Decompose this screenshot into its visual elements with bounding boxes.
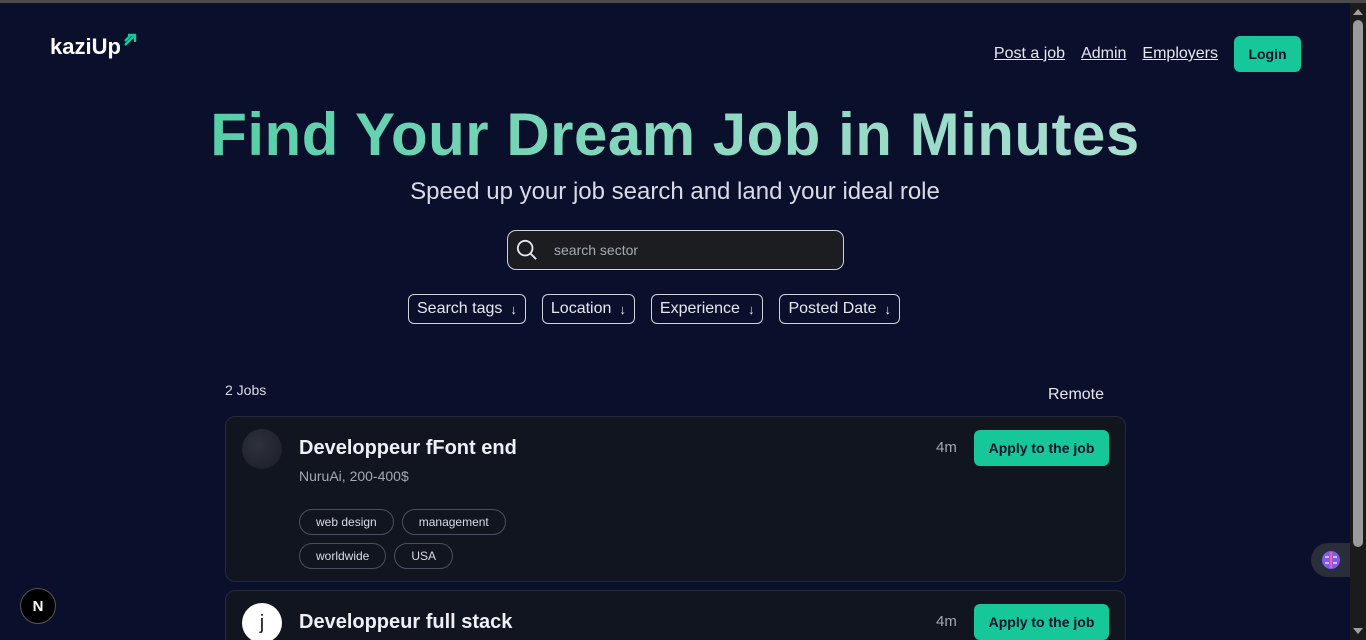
arrow-down-icon: ↓: [619, 301, 626, 317]
nav-employers[interactable]: Employers: [1142, 45, 1218, 63]
hero-subtitle: Speed up your job search and land your i…: [410, 178, 940, 205]
scroll-up-icon[interactable]: [1353, 9, 1363, 15]
tag[interactable]: worldwide: [299, 543, 387, 569]
job-tags: web design management worldwide USA: [299, 509, 559, 569]
company-avatar: [242, 429, 282, 469]
job-count: 2 Jobs: [225, 382, 267, 398]
scrollbar[interactable]: [1350, 3, 1366, 640]
filter-posted-date[interactable]: Posted Date ↓: [779, 294, 900, 324]
filter-bar: Search tags ↓ Location ↓ Experience ↓ Po…: [408, 294, 900, 324]
arrow-down-icon: ↓: [884, 301, 892, 317]
logo[interactable]: kaziUp: [50, 33, 138, 60]
search-bar[interactable]: [507, 230, 844, 270]
tag[interactable]: web design: [299, 509, 394, 535]
filter-location[interactable]: Location ↓: [541, 294, 635, 324]
job-title[interactable]: Developpeur fFont end: [299, 437, 517, 460]
tag[interactable]: management: [401, 509, 506, 535]
tag[interactable]: USA: [394, 543, 454, 569]
remote-toggle[interactable]: Remote: [1048, 386, 1104, 404]
job-card[interactable]: Developpeur fFont end NuruAi, 200-400$ 4…: [225, 416, 1126, 582]
hero-title: Find Your Dream Job in Minutes: [0, 100, 1350, 169]
job-age: 4m: [936, 613, 957, 630]
nav-admin[interactable]: Admin: [1081, 45, 1126, 63]
job-age: 4m: [936, 439, 957, 456]
window-top-border: [0, 0, 1366, 3]
job-company: NuruAi, 200-400$: [299, 468, 409, 484]
scroll-down-icon[interactable]: [1353, 628, 1363, 634]
nav-post-a-job[interactable]: Post a job: [994, 45, 1065, 63]
job-card[interactable]: j Developpeur full stack 4m Apply to the…: [225, 590, 1126, 640]
logo-arrow-icon: [124, 33, 137, 46]
dev-tools-badge[interactable]: N: [20, 588, 56, 624]
company-avatar: j: [242, 603, 282, 640]
job-title[interactable]: Developpeur full stack: [299, 611, 512, 634]
brain-icon: [1322, 551, 1340, 569]
search-input[interactable]: [554, 242, 814, 258]
filter-search-tags[interactable]: Search tags ↓: [408, 294, 526, 324]
filter-label: Posted Date: [788, 300, 877, 317]
filter-label: Location: [550, 300, 612, 317]
filter-experience[interactable]: Experience ↓: [650, 294, 764, 324]
top-nav: Post a job Admin Employers Login: [994, 36, 1301, 72]
login-button[interactable]: Login: [1234, 36, 1301, 72]
filter-label: Experience: [659, 300, 740, 317]
logo-text: kaziUp: [50, 34, 121, 59]
arrow-down-icon: ↓: [510, 301, 517, 317]
brain-extension-icon[interactable]: [1311, 543, 1351, 577]
apply-button[interactable]: Apply to the job: [974, 604, 1109, 640]
scrollbar-thumb[interactable]: [1353, 20, 1363, 547]
filter-label: Search tags: [417, 300, 503, 317]
search-icon: [516, 239, 537, 260]
arrow-down-icon: ↓: [747, 301, 755, 317]
apply-button[interactable]: Apply to the job: [974, 430, 1109, 466]
